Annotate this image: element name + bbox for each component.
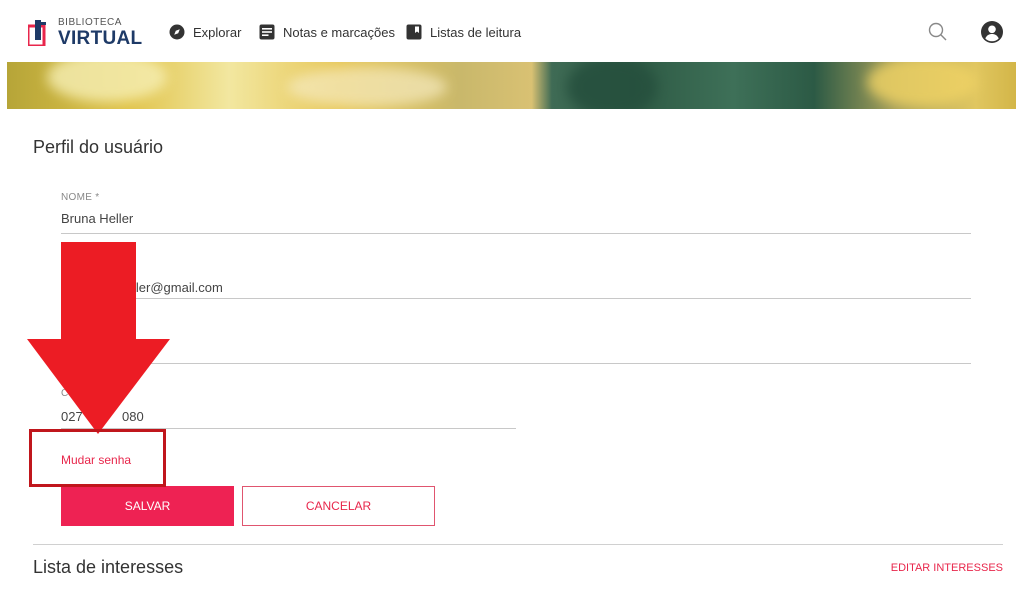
account-icon[interactable] [980,20,1004,44]
compass-icon [169,24,185,40]
interests-title: Lista de interesses [33,557,184,577]
logo-mark-icon [28,20,46,46]
biblioteca-virtual-logo[interactable]: BIBLIOTECA VIRTUAL [28,14,142,50]
header-banner [7,62,1016,109]
phone-label: C [61,388,69,399]
email-field[interactable]: ller@gmail.com [61,262,971,300]
phone-value-end: 080 [122,409,144,424]
nav-listas[interactable]: Listas de leitura [406,22,521,42]
cancel-button[interactable]: CANCELAR [242,486,435,526]
name-underline [61,233,971,234]
third-underline [61,363,971,364]
edit-interests-link[interactable]: EDITAR INTERESSES [891,562,1003,574]
phone-field[interactable]: C 027 080 [61,380,516,432]
nav-notas-label: Notas e marcações [283,24,395,40]
email-value: ller@gmail.com [133,280,223,295]
phone-underline [61,428,516,429]
nav-explorar[interactable]: Explorar [169,22,241,42]
nav-notas[interactable]: Notas e marcações [259,22,395,42]
save-button[interactable]: SALVAR [61,486,234,526]
logo-text-top: BIBLIOTECA [58,17,122,28]
top-navigation: BIBLIOTECA VIRTUAL Explorar Notas e marc… [0,0,1016,62]
name-field[interactable]: NOME * Bruna Heller [61,192,971,236]
section-divider [33,544,1003,545]
third-field[interactable] [61,320,971,366]
email-underline [61,298,971,299]
logo-text-bottom: VIRTUAL [58,28,143,49]
name-label: NOME * [61,192,100,203]
bookmark-icon [406,24,422,40]
nav-listas-label: Listas de leitura [430,24,522,40]
name-value: Bruna Heller [61,211,134,226]
search-icon[interactable] [926,20,950,44]
page-title: Perfil do usuário [33,137,164,157]
note-icon [259,24,275,40]
phone-value-start: 027 [61,409,83,424]
change-password-link[interactable]: Mudar senha [61,453,131,467]
nav-explorar-label: Explorar [193,24,242,40]
